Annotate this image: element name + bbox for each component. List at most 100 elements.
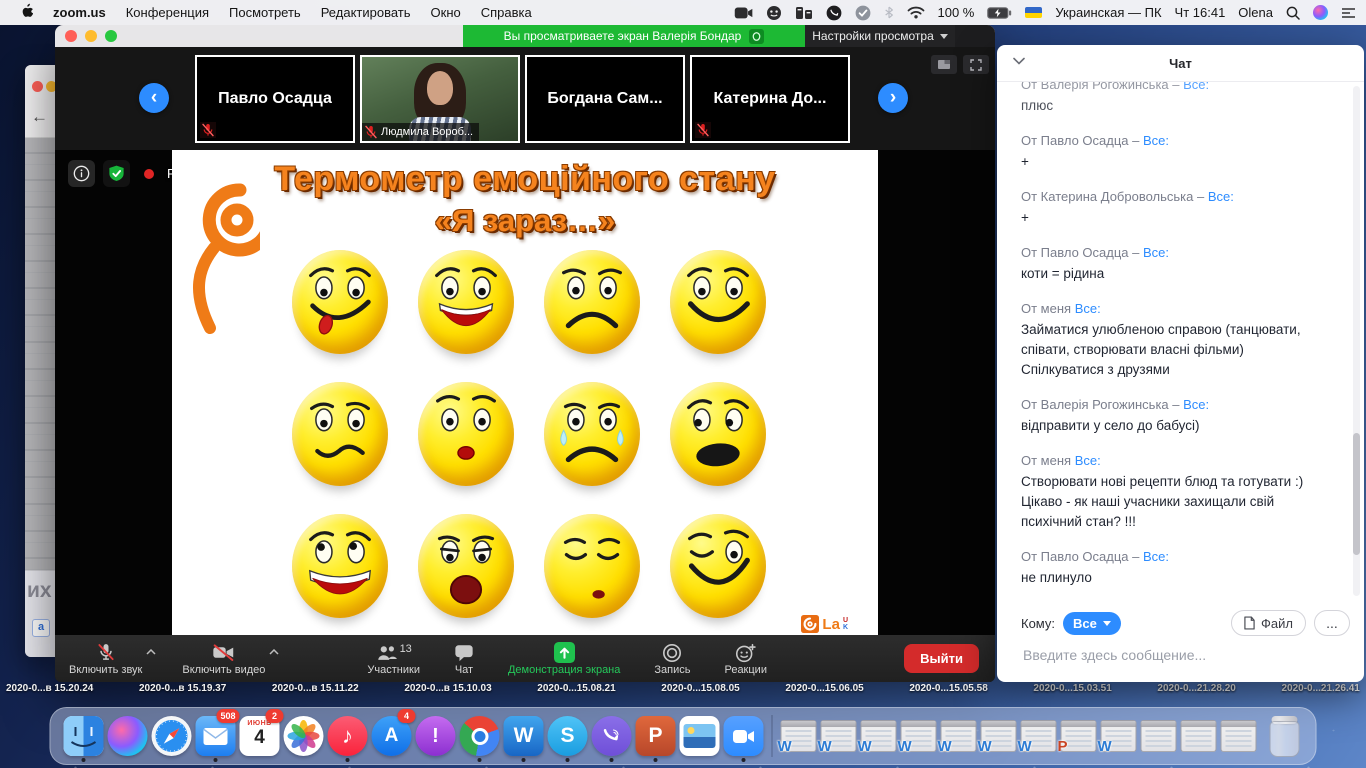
minimized-window-doc[interactable] bbox=[1181, 720, 1217, 752]
layout-view-icon[interactable] bbox=[931, 55, 957, 74]
minimized-window-word[interactable]: W bbox=[941, 720, 977, 752]
menu-clock[interactable]: Чт 16:41 bbox=[1175, 5, 1226, 20]
desktop-file-label[interactable]: 2020-0...в 15.11.22 bbox=[272, 683, 359, 694]
dock-app-app-store[interactable]: A4 bbox=[371, 711, 413, 761]
running-indicator bbox=[346, 758, 350, 762]
screen-mirroring-icon[interactable] bbox=[734, 6, 753, 20]
participants-button[interactable]: 13 Участники bbox=[367, 643, 420, 676]
chat-more-button[interactable]: ... bbox=[1314, 610, 1350, 636]
chat-button[interactable]: Чат bbox=[454, 643, 474, 676]
minimize-window-button[interactable] bbox=[46, 81, 55, 92]
desktop-file-label[interactable]: 2020-0...в 15.19.37 bbox=[139, 683, 226, 694]
zoom-button[interactable] bbox=[105, 30, 117, 42]
menu-app-name[interactable]: zoom.us bbox=[43, 5, 116, 20]
scrollbar-thumb[interactable] bbox=[1353, 433, 1360, 555]
dock-app-calendar[interactable]: июнь42 bbox=[239, 711, 281, 761]
minimized-window-word[interactable]: W bbox=[861, 720, 897, 752]
minimized-window-doc[interactable] bbox=[1141, 720, 1177, 752]
input-language-flag-icon[interactable] bbox=[1025, 7, 1042, 18]
menu-help[interactable]: Справка bbox=[471, 5, 542, 20]
back-arrow-icon[interactable]: ← bbox=[31, 107, 48, 127]
minimize-button[interactable] bbox=[85, 30, 97, 42]
reactions-button[interactable]: Реакции bbox=[724, 643, 767, 676]
start-video-button[interactable]: Включить видео bbox=[182, 642, 265, 676]
menu-conference[interactable]: Конференция bbox=[116, 5, 219, 20]
minimized-window-word[interactable]: W bbox=[981, 720, 1017, 752]
dock-app-word[interactable]: W bbox=[503, 711, 545, 761]
dock-app-music[interactable]: ♪ bbox=[327, 711, 369, 761]
dock-app-siri[interactable] bbox=[107, 711, 149, 761]
desktop-file-label[interactable]: 2020-0...21.26.41 bbox=[1281, 683, 1359, 694]
desktop-file-label[interactable]: 2020-0...15.06.05 bbox=[785, 683, 863, 694]
video-options-chevron-icon[interactable] bbox=[269, 649, 279, 655]
remote-desktop-icon[interactable] bbox=[795, 6, 813, 20]
dock-app-viber[interactable] bbox=[591, 711, 633, 761]
minimized-window-doc[interactable] bbox=[1221, 720, 1257, 752]
siri-menu-icon[interactable] bbox=[1313, 5, 1328, 20]
desktop-file-label[interactable]: 2020-0...21.28.20 bbox=[1157, 683, 1235, 694]
minimized-window-word[interactable]: W bbox=[781, 720, 817, 752]
bluetooth-icon[interactable] bbox=[884, 5, 894, 20]
viber-menu-icon[interactable] bbox=[826, 5, 842, 21]
close-window-button[interactable] bbox=[32, 81, 43, 92]
desktop-file-label[interactable]: 2020-0...в 15.20.24 bbox=[6, 683, 93, 694]
send-file-button[interactable]: Файл bbox=[1231, 610, 1306, 636]
minimized-window-word[interactable]: W bbox=[1101, 720, 1137, 752]
desktop-file-label[interactable]: 2020-0...15.03.51 bbox=[1033, 683, 1111, 694]
previous-participants-button[interactable]: ‹ bbox=[139, 83, 169, 113]
participant-thumbnail[interactable]: Людмила Вороб... bbox=[360, 55, 520, 143]
dock-app-chrome[interactable] bbox=[459, 711, 501, 761]
dock-app-photos[interactable] bbox=[283, 711, 325, 761]
desktop-file-label[interactable]: 2020-0...15.08.21 bbox=[537, 683, 615, 694]
running-indicator bbox=[610, 758, 614, 762]
fullscreen-icon[interactable] bbox=[963, 55, 989, 74]
current-user-label[interactable]: Olena bbox=[1238, 5, 1273, 20]
participant-thumbnail[interactable]: Богдана Сам... bbox=[525, 55, 685, 143]
notification-center-icon[interactable] bbox=[1341, 7, 1356, 19]
participant-thumbnail[interactable]: Катерина До... bbox=[690, 55, 850, 143]
input-language-label[interactable]: Украинская — ПК bbox=[1055, 5, 1161, 20]
wifi-icon[interactable] bbox=[907, 6, 925, 19]
chat-scrollbar[interactable] bbox=[1353, 86, 1360, 596]
background-window[interactable]: ← их дв a bbox=[25, 65, 55, 657]
menu-view[interactable]: Посмотреть bbox=[219, 5, 311, 20]
mic-options-chevron-icon[interactable] bbox=[146, 649, 156, 655]
unmute-button[interactable]: Включить звук bbox=[69, 642, 142, 676]
leave-meeting-button[interactable]: Выйти bbox=[904, 644, 979, 673]
meeting-info-icon[interactable] bbox=[68, 160, 95, 187]
spotlight-search-icon[interactable] bbox=[1286, 6, 1300, 20]
desktop-file-label[interactable]: 2020-0...15.05.58 bbox=[909, 683, 987, 694]
record-button[interactable]: Запись bbox=[654, 643, 690, 676]
translate-icon[interactable]: a bbox=[32, 619, 50, 637]
security-shield-icon[interactable] bbox=[103, 160, 130, 187]
dock-app-alert[interactable]: ! bbox=[415, 711, 457, 761]
menu-window[interactable]: Окно bbox=[421, 5, 471, 20]
send-to-dropdown[interactable]: Все bbox=[1063, 612, 1121, 635]
check-shield-icon[interactable] bbox=[855, 5, 871, 21]
record-menu-icon[interactable] bbox=[766, 5, 782, 21]
minimized-window-powerpoint[interactable]: P bbox=[1061, 720, 1097, 752]
view-settings-dropdown[interactable]: Настройки просмотра bbox=[805, 25, 955, 47]
desktop-file-label[interactable]: 2020-0...15.08.05 bbox=[661, 683, 739, 694]
dock-app-finder[interactable] bbox=[63, 711, 105, 761]
dock-app-preview[interactable] bbox=[679, 711, 721, 761]
next-participants-button[interactable]: › bbox=[878, 83, 908, 113]
dock-app-powerpoint[interactable]: P bbox=[635, 711, 677, 761]
dock-app-zoom[interactable] bbox=[723, 711, 765, 761]
share-screen-button[interactable]: Демонстрация экрана bbox=[508, 642, 620, 676]
close-button[interactable] bbox=[65, 30, 77, 42]
chat-message-input[interactable] bbox=[1021, 646, 1345, 664]
minimized-window-word[interactable]: W bbox=[1021, 720, 1057, 752]
trash-icon[interactable] bbox=[1266, 713, 1304, 759]
running-indicator bbox=[522, 758, 526, 762]
desktop-file-label[interactable]: 2020-0...в 15.10.03 bbox=[404, 683, 491, 694]
apple-menu-icon[interactable] bbox=[10, 3, 43, 22]
minimized-window-word[interactable]: W bbox=[821, 720, 857, 752]
minimized-window-word[interactable]: W bbox=[901, 720, 937, 752]
dock-app-skype[interactable]: S bbox=[547, 711, 589, 761]
collapse-chat-icon[interactable] bbox=[1013, 57, 1025, 65]
menu-edit[interactable]: Редактировать bbox=[311, 5, 421, 20]
dock-app-safari[interactable] bbox=[151, 711, 193, 761]
participant-thumbnail[interactable]: Павло Осадца bbox=[195, 55, 355, 143]
dock-app-mail[interactable]: 508 bbox=[195, 711, 237, 761]
